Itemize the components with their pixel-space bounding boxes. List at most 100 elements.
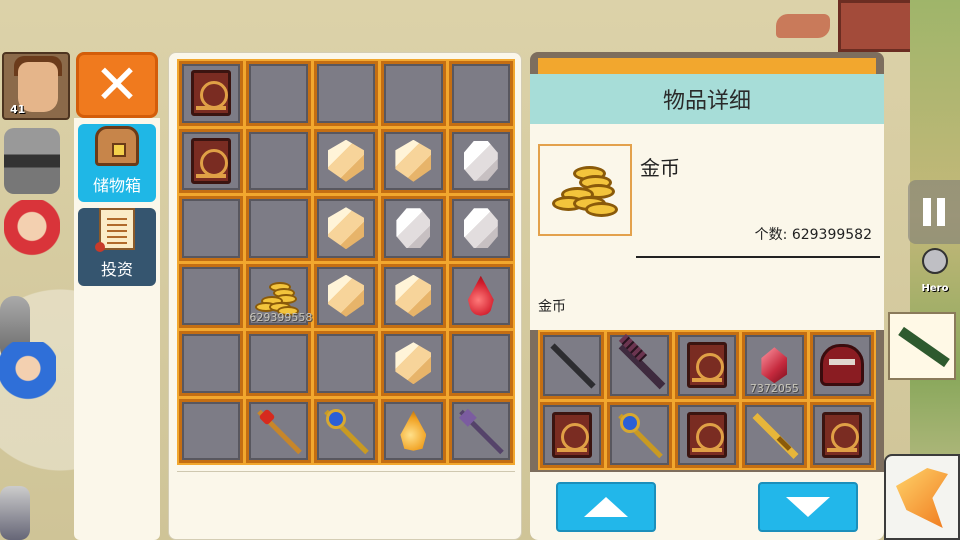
storage-slot[interactable] [381, 398, 446, 463]
storage-slot[interactable] [381, 128, 446, 193]
storage-slot[interactable] [179, 331, 244, 396]
item-quantity: 629399558 [249, 311, 313, 324]
bag-slot[interactable] [674, 401, 740, 468]
detail-item-icon-frame [538, 144, 632, 236]
item-detail-card: 物品详细 金币 个数: 629399582 金币 [530, 74, 884, 330]
hero-label: Hero [921, 283, 949, 294]
arrow-down-icon [786, 497, 830, 517]
pause-button[interactable] [908, 180, 960, 244]
red-helmet-icon [819, 344, 864, 387]
storage-slot[interactable] [179, 196, 244, 261]
scroll-up-button[interactable] [556, 482, 656, 532]
storage-slot[interactable] [381, 263, 446, 328]
gold-crystal-icon [395, 139, 432, 182]
storage-slot[interactable] [448, 398, 513, 463]
storage-slot[interactable] [246, 331, 311, 396]
red-staff-icon [255, 407, 303, 455]
white-gem-icon [396, 208, 431, 249]
chest-icon [95, 126, 139, 166]
spellbook-icon [821, 411, 862, 458]
dark-sword-icon [548, 341, 596, 389]
dark-staff-icon [457, 407, 505, 455]
storage-slot[interactable] [179, 61, 244, 126]
bag-slot[interactable] [674, 332, 740, 399]
detail-item-count: 个数: 629399582 [754, 227, 872, 243]
gold-coins-icon [549, 160, 621, 220]
storage-slot[interactable] [179, 398, 244, 463]
tab-storage-label: 储物箱 [92, 176, 141, 195]
blue-orb-staff-icon [616, 411, 664, 459]
amber-drop-icon [400, 410, 427, 451]
gold-crystal-icon [327, 274, 364, 317]
inventory-grid: 7372055 [538, 330, 876, 470]
storage-slot[interactable] [381, 196, 446, 261]
storage-footer [177, 471, 515, 533]
storage-grid: 629399558 [177, 59, 515, 465]
close-button[interactable]: ✕ [76, 52, 158, 118]
spellbook-icon [191, 70, 232, 117]
gold-crystal-icon [327, 207, 364, 250]
gold-crystal-icon [327, 139, 364, 182]
gold-coins-icon [254, 276, 303, 316]
storage-slot[interactable] [448, 196, 513, 261]
black-spear-icon [616, 341, 664, 389]
spellbook-icon [686, 342, 727, 389]
hero-helmet-icon [922, 248, 948, 274]
scroll-down-button[interactable] [758, 482, 858, 532]
bag-slot[interactable] [607, 332, 672, 399]
storage-slot[interactable]: 629399558 [246, 263, 313, 328]
gold-crystal-icon [395, 274, 432, 317]
skill-button[interactable] [884, 454, 960, 540]
item-quantity: 7372055 [749, 381, 799, 395]
storage-slot[interactable] [448, 128, 513, 193]
storage-slot[interactable] [313, 398, 379, 463]
storage-slot[interactable] [313, 196, 379, 261]
player-portrait[interactable]: 41 [2, 52, 70, 120]
storage-slot[interactable] [448, 61, 513, 126]
red-gem-icon [761, 347, 788, 384]
detail-description: 金币 [538, 299, 566, 315]
blue-hair-girl-sprite [0, 342, 56, 408]
storage-slot[interactable] [448, 263, 513, 328]
storage-slot[interactable] [313, 331, 379, 396]
close-icon: ✕ [94, 53, 140, 116]
detail-title: 物品详细 [530, 74, 884, 124]
bag-slot[interactable] [540, 401, 605, 468]
bird-sprite [776, 14, 830, 38]
tab-storage[interactable]: 储物箱 [78, 124, 156, 202]
storage-slot[interactable] [246, 196, 311, 261]
red-potion-drop-icon [467, 275, 494, 316]
storage-slot[interactable] [246, 398, 311, 463]
equipped-weapon-slot[interactable] [888, 312, 956, 380]
gold-crystal-icon [395, 342, 432, 385]
hero-button[interactable]: Hero [912, 246, 958, 294]
flame-sword-icon [896, 468, 948, 528]
red-hair-girl-sprite [4, 200, 60, 266]
storage-slot[interactable] [179, 128, 244, 193]
storage-slot[interactable] [313, 61, 379, 126]
storage-slot[interactable] [246, 128, 311, 193]
spellbook-icon [191, 137, 232, 184]
bag-slot[interactable]: 7372055 [742, 332, 807, 399]
bag-slot[interactable] [809, 332, 874, 399]
robot-sprite [0, 486, 30, 540]
storage-slot[interactable] [313, 128, 379, 193]
storage-slot[interactable] [448, 331, 513, 396]
detail-item-name: 金币 [640, 156, 680, 180]
storage-slot[interactable] [381, 331, 446, 396]
gold-sword-icon [750, 411, 798, 459]
bag-slot[interactable] [742, 401, 807, 468]
inventory-footer [530, 472, 884, 540]
storage-slot[interactable] [381, 61, 446, 126]
arrow-up-icon [584, 497, 628, 517]
blue-orb-staff-icon [322, 407, 370, 455]
inventory-panel: 物品详细 金币 个数: 629399582 金币 7372055 [530, 52, 884, 540]
storage-slot[interactable] [179, 263, 244, 328]
bag-slot[interactable] [607, 401, 672, 468]
tab-invest[interactable]: 投资 [78, 208, 156, 286]
storage-slot[interactable] [313, 263, 379, 328]
spellbook-icon [686, 411, 727, 458]
bag-slot[interactable] [540, 332, 605, 399]
bag-slot[interactable] [809, 401, 874, 468]
storage-slot[interactable] [246, 61, 311, 126]
